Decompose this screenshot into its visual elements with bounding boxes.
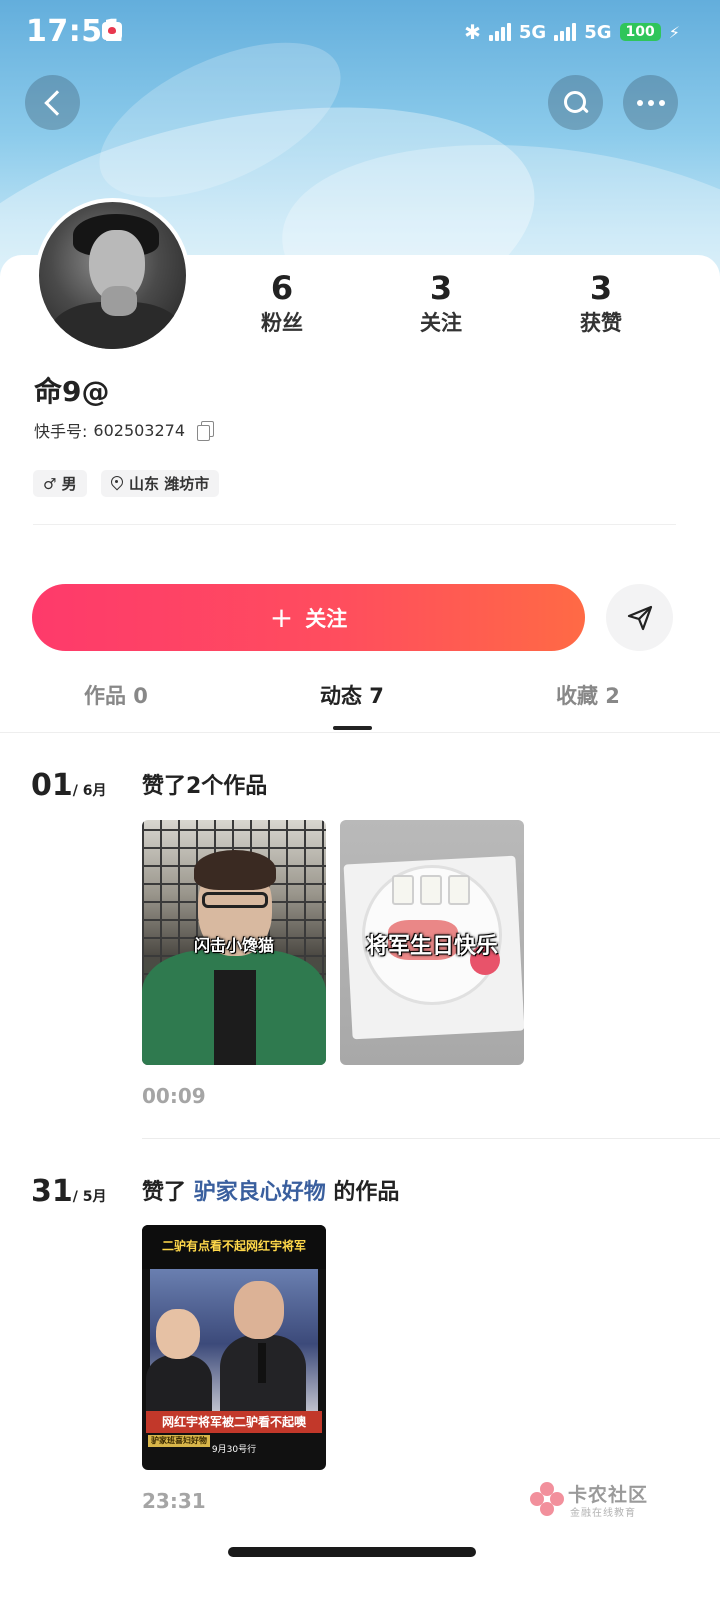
watermark-title: 卡农社区 — [568, 1484, 649, 1506]
video-thumbnail[interactable]: 二驴有点看不起网红宇将军 网红宇将军被二驴看不起噢 驴家班喜妇好物 9月30号行 — [142, 1225, 326, 1470]
watermark-subtitle: 金融在线教育 — [570, 1508, 636, 1519]
thumbnail-caption: 闪击小馋猫 — [193, 936, 274, 955]
video-thumbnail[interactable]: 闪击小馋猫 — [142, 820, 326, 1065]
battery-icon: 100 — [619, 23, 661, 41]
feed-time: 23:31 — [142, 1489, 206, 1513]
send-icon — [627, 605, 652, 630]
feed-date-month: / 5月 — [72, 1189, 107, 1205]
thumbnail-bottom-text: 网红宇将军被二驴看不起噢 — [146, 1411, 322, 1433]
feed-time: 00:09 — [142, 1084, 206, 1108]
stat-value: 3 — [589, 269, 613, 307]
signal-icon — [554, 23, 577, 41]
status-icons: ✱ 5G 5G 100 ⚡ — [464, 20, 680, 44]
network-label-2: 5G — [584, 21, 612, 43]
status-bar: 17:51 ✱ 5G 5G 100 ⚡ — [0, 0, 720, 64]
feed-date-month: / 6月 — [72, 783, 107, 799]
more-icon — [636, 99, 665, 106]
more-button[interactable] — [623, 75, 678, 130]
notification-icon — [102, 22, 122, 40]
kuaishou-id-value: 602503274 — [93, 420, 186, 440]
divider — [33, 524, 676, 525]
back-icon — [43, 89, 70, 116]
tab-favorites[interactable]: 收藏 2 — [556, 680, 620, 710]
stat-label: 获赞 — [580, 311, 622, 335]
location-tag: 山东 潍坊市 — [101, 470, 220, 497]
plus-icon: + — [269, 600, 294, 634]
tab-works[interactable]: 作品 0 — [84, 680, 148, 710]
network-label-1: 5G — [518, 21, 547, 43]
stat-followers[interactable]: 6 粉丝 — [232, 268, 332, 338]
follow-button-label: 关注 — [305, 606, 348, 631]
share-button[interactable] — [606, 584, 673, 651]
watermark: 卡农社区 金融在线教育 — [530, 1480, 660, 1520]
stat-value: 6 — [270, 269, 294, 307]
thumbnail-caption: 将军生日快乐 — [365, 934, 498, 959]
stat-value: 3 — [429, 269, 453, 307]
location-pin-icon — [111, 476, 123, 491]
search-icon — [563, 90, 588, 115]
nickname: 命9@ — [34, 375, 110, 408]
stat-label: 关注 — [420, 311, 462, 335]
tab-dynamic[interactable]: 动态 7 — [320, 680, 384, 710]
feed-title-prefix: 赞了 — [142, 1180, 187, 1205]
search-button[interactable] — [548, 75, 603, 130]
active-tab-indicator — [333, 726, 372, 730]
feed-date: 31/ 5月 — [31, 1174, 106, 1209]
follow-button[interactable]: + 关注 — [32, 584, 585, 651]
location-tag-label: 山东 潍坊市 — [129, 475, 210, 493]
avatar[interactable] — [35, 198, 190, 353]
gender-tag: ♂ 男 — [33, 470, 87, 497]
gender-tag-label: ♂ 男 — [43, 475, 77, 493]
home-indicator[interactable] — [228, 1547, 476, 1557]
thumbnail-date: 9月30号行 — [211, 1445, 257, 1455]
signal-icon — [488, 23, 511, 41]
feed-date-day: 31 — [31, 1174, 73, 1209]
bluetooth-icon: ✱ — [464, 20, 481, 44]
stat-label: 粉丝 — [261, 311, 303, 335]
kuaishou-id-row: 快手号: 602503274 — [34, 418, 215, 442]
feed-date-day: 01 — [31, 768, 73, 803]
thumbnail-top-text: 二驴有点看不起网红宇将军 — [161, 1239, 306, 1253]
author-link[interactable]: 驴家良心好物 — [194, 1180, 326, 1205]
kuaishou-id-label: 快手号: — [34, 422, 88, 441]
feed-date: 01/ 6月 — [31, 768, 106, 803]
stat-following[interactable]: 3 关注 — [391, 268, 491, 338]
stat-likes[interactable]: 3 获赞 — [551, 268, 651, 338]
profile-tabs: 作品 0 动态 7 收藏 2 — [0, 680, 720, 732]
copy-icon[interactable] — [197, 420, 215, 441]
charging-icon: ⚡ — [668, 22, 680, 42]
feed-title: 赞了2个作品 — [142, 774, 268, 799]
divider — [142, 1138, 720, 1139]
feed-title-suffix: 的作品 — [333, 1180, 400, 1205]
watermark-logo-icon — [530, 1482, 564, 1516]
video-thumbnail[interactable]: 将军生日快乐 — [340, 820, 524, 1065]
back-button[interactable] — [25, 75, 80, 130]
divider — [0, 732, 720, 733]
feed-title: 赞了 驴家良心好物 的作品 — [142, 1174, 399, 1206]
